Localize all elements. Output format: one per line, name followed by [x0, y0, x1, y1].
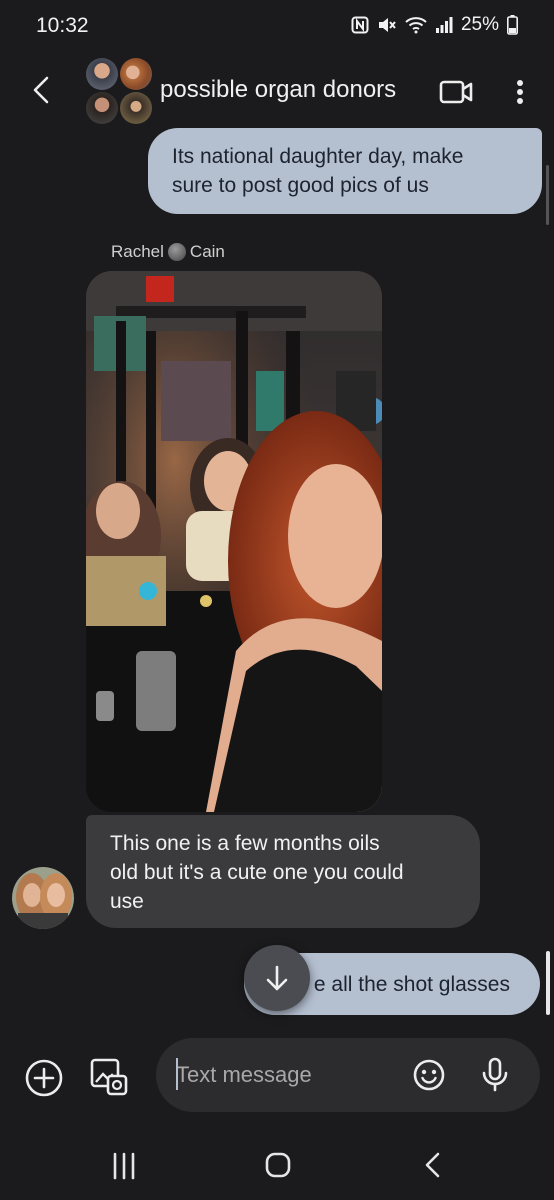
gallery-button[interactable]	[88, 1056, 130, 1098]
back-nav-button[interactable]	[414, 1148, 454, 1184]
mic-icon	[482, 1057, 508, 1092]
conversation-header: possible organ donors	[0, 52, 554, 130]
member-avatar	[120, 58, 152, 90]
system-navigation-bar	[0, 1126, 554, 1200]
wifi-icon	[405, 17, 427, 34]
message-input[interactable]	[176, 1058, 396, 1092]
outgoing-message-bubble[interactable]: Its national daughter day, make sure to …	[148, 128, 542, 214]
emoji-button[interactable]	[412, 1058, 446, 1092]
sender-avatar-image	[12, 867, 74, 929]
arrow-down-icon	[266, 965, 288, 991]
add-circle-icon	[25, 1059, 63, 1097]
image-message[interactable]	[86, 271, 382, 812]
message-line: sure to post good pics of us	[172, 174, 429, 197]
video-call-icon	[439, 80, 473, 104]
photo-image	[86, 271, 382, 812]
mute-icon	[378, 18, 396, 32]
nfc-icon	[351, 16, 369, 34]
message-line: e all the shot glasses	[313, 973, 510, 996]
voice-input-button[interactable]	[478, 1056, 512, 1094]
text-caret	[176, 1058, 178, 1090]
sender-first-name: Rachel	[111, 242, 164, 261]
scroll-to-bottom-button[interactable]	[244, 945, 310, 1011]
battery-percent: 25%	[460, 14, 499, 35]
emoji-icon	[413, 1059, 445, 1091]
message-composer	[0, 1036, 554, 1120]
recents-icon	[113, 1152, 135, 1180]
home-button[interactable]	[258, 1148, 298, 1184]
recents-button[interactable]	[104, 1148, 144, 1184]
signal-icon	[435, 17, 453, 33]
gallery-icon	[90, 1058, 128, 1096]
message-line: Its national daughter day, make	[172, 145, 464, 168]
home-icon	[265, 1152, 291, 1178]
back-button[interactable]	[24, 72, 60, 108]
member-avatar	[86, 92, 118, 124]
back-arrow-icon	[33, 76, 49, 104]
incoming-message-bubble[interactable]: This one is a few months oils old but it…	[86, 815, 480, 928]
group-avatar[interactable]	[86, 58, 152, 124]
status-time: 10:32	[36, 14, 89, 37]
sender-emoji-icon	[167, 243, 186, 261]
member-avatar	[86, 58, 118, 90]
status-bar: 10:32 25%	[0, 0, 554, 52]
sender-last-name: Cain	[189, 242, 225, 261]
more-options-button[interactable]	[506, 74, 534, 110]
add-attachment-button[interactable]	[24, 1058, 64, 1098]
back-nav-icon	[425, 1152, 440, 1178]
scrollbar-thumb[interactable]	[546, 951, 550, 1015]
battery-icon	[507, 15, 518, 35]
message-input-container	[156, 1038, 540, 1112]
status-icons: 25%	[351, 14, 518, 36]
sender-avatar[interactable]	[12, 867, 74, 929]
message-line: use	[110, 890, 144, 913]
member-avatar	[120, 92, 152, 124]
message-line: old but it's a cute one you could	[110, 861, 404, 884]
conversation-title[interactable]: possible organ donors	[160, 76, 396, 104]
message-line: This one is a few months oils	[110, 832, 380, 855]
more-vert-icon	[517, 80, 523, 104]
video-call-button[interactable]	[436, 76, 476, 108]
sender-name: Rachel Cain	[111, 242, 225, 262]
scroll-rail	[546, 165, 549, 225]
